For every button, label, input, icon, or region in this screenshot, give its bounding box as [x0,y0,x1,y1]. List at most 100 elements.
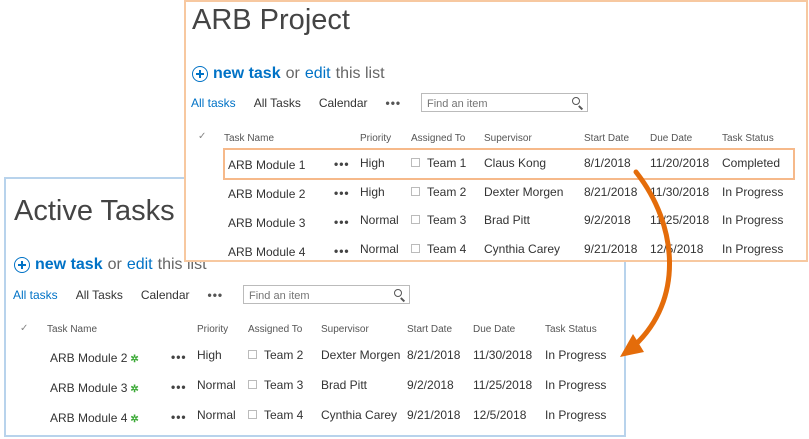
checkbox-icon [411,187,420,196]
col-due-date[interactable]: Due Date [473,324,515,335]
due-date-cell: 11/30/2018 [473,348,533,362]
due-date-cell: 11/25/2018 [650,213,710,227]
status-cell: In Progress [722,185,784,199]
new-item-icon: ✲ [130,384,139,395]
supervisor-cell: Brad Pitt [321,378,368,392]
search-input[interactable] [422,95,559,113]
task-name-cell[interactable]: ARB Module 1 [228,158,305,172]
col-task-status[interactable]: Task Status [722,133,774,144]
checkbox-icon [248,410,257,419]
more-views-button[interactable]: ••• [386,96,402,110]
task-name[interactable]: ARB Module 3 [50,381,127,395]
status-cell: Completed [722,156,781,170]
supervisor-cell: Claus Kong [484,156,547,170]
checkbox-icon [411,215,420,224]
status-cell: In Progress [722,242,784,256]
checkbox-icon [248,350,257,359]
assigned-value: Team 1 [427,156,467,170]
supervisor-cell: Cynthia Carey [321,408,398,422]
col-supervisor[interactable]: Supervisor [321,324,369,335]
more-views-button[interactable]: ••• [208,288,224,302]
checkbox-icon [411,158,420,167]
item-menu-button[interactable]: ••• [171,380,187,394]
edit-list-link[interactable]: edit [127,256,153,274]
assigned-value: Team 2 [264,348,304,362]
checkbox-icon [411,244,420,253]
task-name-cell[interactable]: ARB Module 4 [228,245,305,259]
due-date-cell: 11/30/2018 [650,185,710,199]
col-supervisor[interactable]: Supervisor [484,133,532,144]
col-assigned-to[interactable]: Assigned To [411,133,465,144]
item-menu-button[interactable]: ••• [334,157,350,171]
item-menu-button[interactable]: ••• [334,244,350,258]
new-task-link[interactable]: new task [35,256,103,274]
page-title: Active Tasks [14,195,175,227]
item-menu-button[interactable]: ••• [171,410,187,424]
tab-all-tasks-active[interactable]: All tasks [13,288,58,302]
supervisor-cell: Brad Pitt [484,213,531,227]
checkmark-icon[interactable]: ✓ [20,323,28,334]
search-box [421,93,588,113]
item-menu-button[interactable]: ••• [334,215,350,229]
task-name-cell[interactable]: ARB Module 3 [228,216,305,230]
start-date-cell: 9/2/2018 [584,213,631,227]
edit-list-link[interactable]: edit [305,65,331,83]
due-date-cell: 11/25/2018 [473,378,533,392]
status-cell: In Progress [545,408,607,422]
assigned-value: Team 3 [264,378,304,392]
col-start-date[interactable]: Start Date [584,133,629,144]
task-name[interactable]: ARB Module 4 [50,411,127,425]
view-tabs: All tasks All Tasks Calendar ••• [13,288,241,302]
assigned-cell: Team 1 [411,156,466,170]
search-box [243,285,410,305]
priority-cell: High [360,185,385,199]
this-list-text: this list [335,65,385,82]
tab-all-tasks-active[interactable]: All tasks [191,96,236,110]
priority-cell: High [360,156,385,170]
tab-calendar[interactable]: Calendar [141,288,190,302]
new-task-bar: new task or edit this list [14,256,207,274]
due-date-cell: 11/20/2018 [650,156,710,170]
task-name-cell[interactable]: ARB Module 2 ✲ [50,351,139,365]
tab-all-tasks[interactable]: All Tasks [76,288,123,302]
col-due-date[interactable]: Due Date [650,133,692,144]
priority-cell: Normal [360,242,399,256]
arb-project-panel: ARB Project new task or edit this list A… [184,0,808,262]
new-item-icon: ✲ [130,414,139,425]
task-name-cell[interactable]: ARB Module 4 ✲ [50,411,139,425]
or-text: or [285,65,300,82]
col-assigned-to[interactable]: Assigned To [248,324,302,335]
view-tabs: All tasks All Tasks Calendar ••• [191,96,419,110]
col-priority[interactable]: Priority [197,324,228,335]
tab-calendar[interactable]: Calendar [319,96,368,110]
status-cell: In Progress [545,348,607,362]
search-icon[interactable] [394,289,402,297]
task-name-cell[interactable]: ARB Module 3 ✲ [50,381,139,395]
priority-cell: Normal [197,378,236,392]
task-name[interactable]: ARB Module 2 [50,351,127,365]
assigned-cell: Team 4 [411,242,466,256]
col-start-date[interactable]: Start Date [407,324,452,335]
item-menu-button[interactable]: ••• [334,186,350,200]
col-task-name[interactable]: Task Name [47,324,97,335]
plus-circle-icon[interactable] [14,257,30,273]
search-input[interactable] [244,287,381,305]
item-menu-button[interactable]: ••• [171,350,187,364]
page-title: ARB Project [192,4,350,36]
start-date-cell: 8/21/2018 [407,348,461,362]
tab-all-tasks[interactable]: All Tasks [254,96,301,110]
checkbox-icon [248,380,257,389]
col-task-status[interactable]: Task Status [545,324,597,335]
new-task-link[interactable]: new task [213,65,281,83]
assigned-cell: Team 2 [248,348,303,362]
new-item-icon: ✲ [130,354,139,365]
plus-circle-icon[interactable] [192,66,208,82]
start-date-cell: 9/21/2018 [407,408,461,422]
assigned-cell: Team 4 [248,408,303,422]
task-name-cell[interactable]: ARB Module 2 [228,187,305,201]
col-task-name[interactable]: Task Name [224,133,274,144]
col-priority[interactable]: Priority [360,133,391,144]
start-date-cell: 9/21/2018 [584,242,638,256]
checkmark-icon[interactable]: ✓ [198,131,206,142]
search-icon[interactable] [572,97,580,105]
